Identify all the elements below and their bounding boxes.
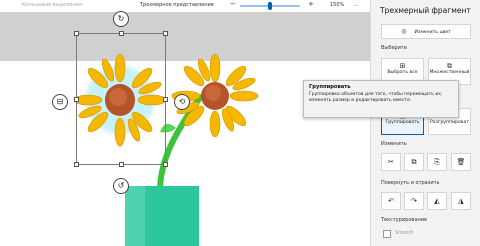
resize-handle-bottom[interactable]: [119, 162, 124, 167]
rotate-y-icon[interactable]: ⟲: [174, 94, 190, 110]
resize-handle-top-left[interactable]: [74, 31, 79, 36]
resize-handle-bottom-left[interactable]: [74, 162, 79, 167]
rotate-left-icon[interactable]: ↶: [381, 192, 401, 210]
resize-handle-top[interactable]: [119, 31, 124, 36]
scissors-icon[interactable]: ✂: [381, 153, 401, 171]
rotate-x-icon[interactable]: ↻: [113, 11, 129, 27]
palette-icon: ◎: [401, 28, 407, 35]
side-panel: Трехмерный фрагмент ◎ Изменить цвет Выбер…: [370, 0, 480, 246]
paste-icon[interactable]: ⎘: [427, 153, 447, 171]
trash-icon[interactable]: 🗑: [451, 153, 471, 171]
flip-horizontal-icon[interactable]: ◭: [427, 192, 447, 210]
flip-vertical-icon[interactable]: ◮: [451, 192, 471, 210]
edit-section-label: Изменить: [381, 141, 407, 147]
smooth-label: Smooth: [395, 231, 414, 236]
tooltip-body: Группировка объектов для того, чтобы пер…: [309, 92, 443, 103]
texture-section-label: Текстурирование: [381, 217, 428, 223]
depth-icon[interactable]: ⊟: [52, 94, 68, 110]
vase[interactable]: [125, 186, 199, 246]
resize-handle-top-right[interactable]: [163, 31, 168, 36]
multi-select-icon: ⧉: [447, 62, 452, 70]
tooltip-title: Группировать: [309, 84, 351, 90]
select-section-label: Выберите: [381, 45, 407, 51]
selection-box[interactable]: [76, 33, 166, 165]
change-color-button[interactable]: ◎ Изменить цвет: [381, 24, 471, 39]
smooth-checkbox[interactable]: [383, 230, 391, 238]
resize-handle-right[interactable]: [163, 97, 168, 102]
resize-handle-bottom-right[interactable]: [163, 162, 168, 167]
select-all-icon: ⊞: [399, 62, 406, 70]
group-tooltip: Группировать Группировка объектов для то…: [303, 80, 459, 118]
rotate-section-label: Повернуть и отразить: [381, 180, 440, 186]
rotate-right-icon[interactable]: ↷: [404, 192, 424, 210]
copy-icon[interactable]: ⧉: [404, 153, 424, 171]
scene-3d[interactable]: [0, 0, 370, 246]
panel-title: Трехмерный фрагмент: [380, 6, 471, 15]
resize-handle-left[interactable]: [74, 97, 79, 102]
rotate-z-icon[interactable]: ↺: [113, 178, 129, 194]
